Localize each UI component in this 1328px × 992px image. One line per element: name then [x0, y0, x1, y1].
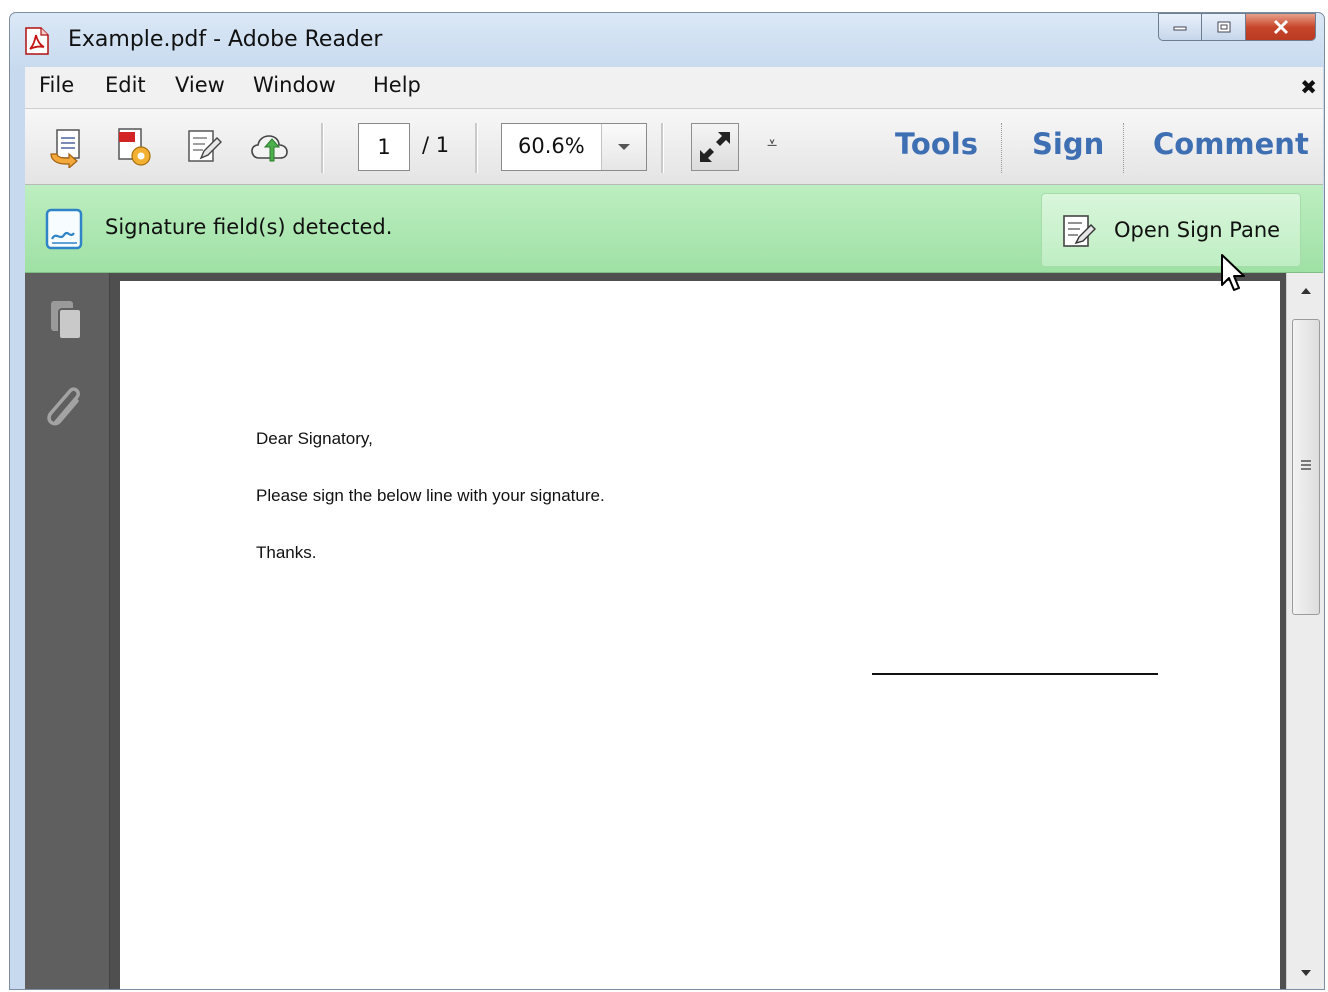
scroll-up-button[interactable] [1287, 273, 1324, 309]
scroll-grip-icon [1301, 460, 1311, 472]
toolbar-separator [661, 123, 664, 173]
open-sign-pane-label: Open Sign Pane [1114, 218, 1281, 242]
scroll-thumb[interactable] [1292, 319, 1320, 615]
pane-separator [1001, 123, 1002, 173]
edit-document-icon[interactable] [183, 126, 225, 168]
caption-buttons [1158, 13, 1316, 43]
signature-field-icon [45, 208, 83, 250]
title-bar[interactable]: Example.pdf - Adobe Reader [10, 13, 1324, 67]
create-pdf-icon[interactable] [113, 126, 155, 168]
minimize-icon [1173, 26, 1187, 31]
menu-bar: File Edit View Window Help ✖ [25, 67, 1323, 109]
tools-pane-link[interactable]: Tools [895, 127, 978, 161]
signature-detected-message: Signature field(s) detected. [105, 215, 393, 239]
menu-window[interactable]: Window [253, 73, 336, 97]
signature-line[interactable] [872, 673, 1158, 675]
signature-notification-bar: Signature field(s) detected. Open Sign P… [25, 185, 1323, 273]
sign-document-icon [1063, 215, 1096, 247]
comment-pane-link[interactable]: Comment [1153, 127, 1309, 161]
document-viewport[interactable]: Dear Signatory, Please sign the below li… [110, 273, 1286, 989]
attachments-icon[interactable] [43, 383, 89, 433]
toolbar-separator [321, 123, 324, 173]
navigation-rail [25, 273, 110, 989]
maximize-button[interactable] [1202, 13, 1246, 41]
chevron-down-icon [618, 144, 630, 150]
pane-separator [1123, 123, 1124, 173]
document-text-line: Please sign the below line with your sig… [256, 486, 605, 505]
document-text-line: Thanks. [256, 543, 317, 562]
close-button[interactable] [1246, 13, 1316, 41]
pages-icon[interactable] [43, 297, 89, 347]
cloud-upload-icon[interactable] [249, 126, 291, 168]
menu-help[interactable]: Help [373, 73, 421, 97]
sign-pane-link[interactable]: Sign [1032, 127, 1104, 161]
scroll-down-arrow-icon [1300, 970, 1311, 976]
more-tools-icon[interactable]: ⩡ [767, 133, 777, 154]
minimize-button[interactable] [1158, 13, 1202, 41]
vertical-scrollbar[interactable] [1286, 273, 1324, 989]
document-text-line: Dear Signatory, [256, 429, 373, 448]
open-file-icon[interactable] [47, 126, 89, 168]
pdf-file-icon [25, 27, 49, 55]
close-icon [1273, 19, 1288, 35]
pdf-page[interactable]: Dear Signatory, Please sign the below li… [120, 281, 1280, 989]
toolbar: 1 / 1 60.6% ⩡ Tools Sign Comment [25, 109, 1323, 185]
app-window: Example.pdf - Adobe Reader File Edit Vie… [9, 12, 1325, 990]
menu-edit[interactable]: Edit [105, 73, 146, 97]
page-total: / 1 [422, 133, 450, 157]
mouse-cursor-icon [1221, 254, 1245, 291]
fit-page-arrows-icon [700, 132, 730, 162]
menu-file[interactable]: File [39, 73, 74, 97]
window-title: Example.pdf - Adobe Reader [68, 27, 383, 52]
open-sign-pane-button[interactable]: Open Sign Pane [1041, 193, 1301, 267]
zoom-value: 60.6% [518, 134, 585, 158]
page-number-input[interactable]: 1 [358, 123, 410, 171]
maximize-icon [1217, 21, 1230, 33]
menu-view[interactable]: View [175, 73, 225, 97]
zoom-select[interactable]: 60.6% [501, 123, 647, 171]
zoom-dropdown-button[interactable] [601, 124, 646, 170]
scroll-up-arrow-icon [1300, 288, 1311, 294]
toolbar-separator [475, 123, 478, 173]
close-document-icon[interactable]: ✖ [1300, 75, 1317, 99]
fit-page-button[interactable] [691, 123, 739, 171]
scroll-down-button[interactable] [1287, 955, 1324, 989]
